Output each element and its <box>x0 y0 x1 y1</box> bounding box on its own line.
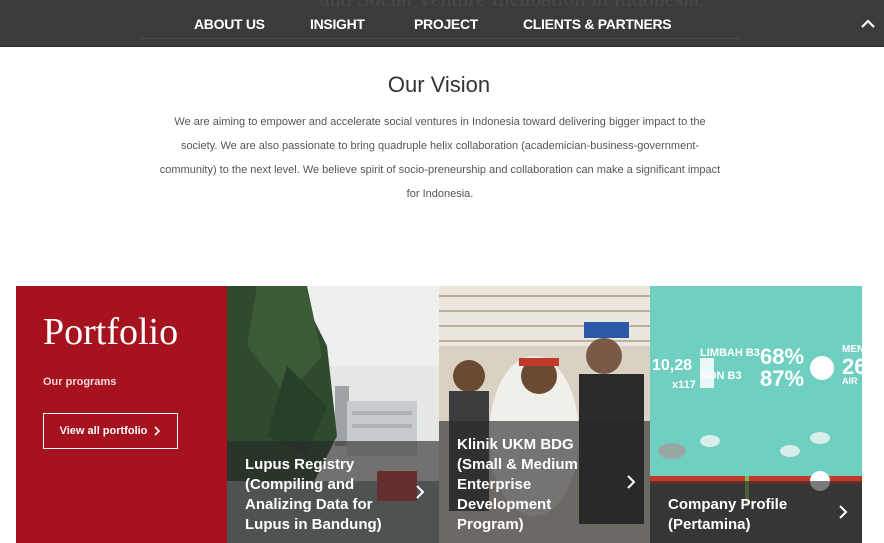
infographic-label: 87% <box>760 366 804 391</box>
card-caption: Klinik UKM BDG (Small & Medium Enterpris… <box>439 421 650 543</box>
portfolio-intro-panel: Portfolio Our programs View all portfoli… <box>16 286 227 543</box>
vision-line: community) to the next level. We believe… <box>159 164 721 176</box>
portfolio-card-company-profile[interactable]: LIMBAH B3 NON B3 68% 87% 10,28 x117 MEN … <box>650 286 862 543</box>
nav-clients-partners[interactable]: CLIENTS & PARTNERS <box>523 16 672 32</box>
vision-line: We are aiming to empower and accelerate … <box>174 116 706 128</box>
chevron-right-icon <box>416 485 425 499</box>
nav-project[interactable]: PROJECT <box>414 16 478 32</box>
infographic-label: x117 <box>672 379 696 391</box>
portfolio-subheading: Our programs <box>43 376 117 388</box>
infographic-label: 10,28 <box>652 357 692 374</box>
portfolio-card-lupus-registry[interactable]: Lupus Registry (Compiling and Analizing … <box>227 286 439 543</box>
hero-divider <box>140 38 740 39</box>
portfolio-card-klinik-ukm[interactable]: Klinik UKM BDG (Small & Medium Enterpris… <box>439 286 650 543</box>
portfolio-section: Portfolio Our programs View all portfoli… <box>16 286 862 543</box>
top-nav-bar: and Social Venture Incubation in Indones… <box>0 0 884 47</box>
chevron-right-icon <box>154 426 161 436</box>
card-caption-text: Company Profile (Pertamina) <box>668 496 788 533</box>
vision-line: society. We are also passionate to bring… <box>180 140 700 152</box>
card-caption: Lupus Registry (Compiling and Analizing … <box>227 441 439 543</box>
nav-about-us[interactable]: ABOUT US <box>194 16 265 32</box>
nav-insight[interactable]: INSIGHT <box>310 16 365 32</box>
view-all-portfolio-label: View all portfolio <box>59 425 148 437</box>
view-all-portfolio-button[interactable]: View all portfolio <box>43 413 178 449</box>
infographic-label: LIMBAH B3 <box>700 347 760 359</box>
vision-title: Our Vision <box>387 72 491 97</box>
chevron-right-icon <box>839 505 848 519</box>
hero-overflow-text: and Social Venture Incubation in Indones… <box>320 0 705 12</box>
card-caption-text: Klinik UKM BDG (Small & Medium Enterpris… <box>457 436 578 533</box>
chevron-right-icon <box>627 475 636 489</box>
card-caption: Company Profile (Pertamina) <box>650 481 862 543</box>
infographic-label: AIR <box>842 376 858 386</box>
chevron-up-icon[interactable] <box>858 14 878 34</box>
portfolio-heading: Portfolio <box>43 311 179 353</box>
card-caption-text: Lupus Registry (Compiling and Analizing … <box>245 456 382 533</box>
vision-paragraph: We are aiming to empower and accelerate … <box>145 110 735 206</box>
vision-line: for Indonesia. <box>406 188 474 200</box>
